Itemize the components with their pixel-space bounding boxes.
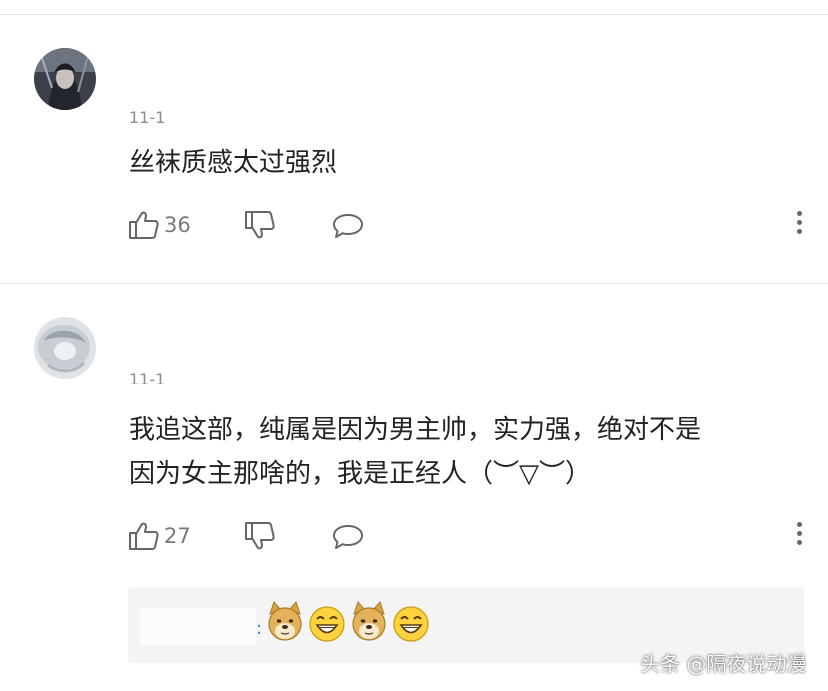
thumbs-up-icon bbox=[129, 211, 159, 239]
avatar[interactable] bbox=[34, 317, 96, 379]
more-options-button[interactable] bbox=[792, 211, 806, 239]
reply-button[interactable] bbox=[332, 523, 364, 551]
doge-emoji-icon bbox=[352, 601, 386, 641]
reply-button[interactable] bbox=[332, 212, 364, 240]
grin-emoji-icon bbox=[393, 606, 429, 642]
comment-divider bbox=[0, 283, 828, 284]
dark-character-avatar-icon bbox=[34, 48, 96, 110]
thumbs-down-icon bbox=[245, 211, 275, 239]
comment-bubble-icon bbox=[333, 525, 363, 549]
comment-text: 丝袜质感太过强烈 bbox=[129, 148, 338, 178]
doge-emoji-icon bbox=[268, 601, 302, 641]
comment-text: 我追这部，纯属是因为男主帅，实力强，绝对不是 因为女主那啥的，我是正经人（︶▽︶… bbox=[129, 415, 702, 489]
source-watermark: 头条 @隔夜说动漫 bbox=[640, 652, 807, 676]
like-button[interactable]: 27 bbox=[128, 521, 191, 551]
reply-colon: : bbox=[256, 618, 263, 639]
dislike-button[interactable] bbox=[244, 210, 276, 240]
avatar[interactable] bbox=[34, 48, 96, 110]
thumbs-down-icon bbox=[245, 522, 275, 550]
like-button[interactable]: 36 bbox=[128, 210, 191, 240]
comment-date: 11-1 bbox=[129, 370, 166, 384]
like-count: 27 bbox=[164, 524, 191, 548]
top-divider bbox=[0, 14, 828, 15]
comment-bubble-icon bbox=[333, 214, 363, 238]
thumbs-up-icon bbox=[129, 522, 159, 550]
more-options-button[interactable] bbox=[792, 522, 806, 550]
grin-emoji-icon bbox=[309, 606, 345, 642]
reply-author-redacted bbox=[140, 608, 256, 645]
dislike-button[interactable] bbox=[244, 521, 276, 551]
light-character-avatar-icon bbox=[34, 317, 96, 379]
comment-date: 11-1 bbox=[129, 108, 166, 127]
like-count: 36 bbox=[164, 213, 191, 237]
